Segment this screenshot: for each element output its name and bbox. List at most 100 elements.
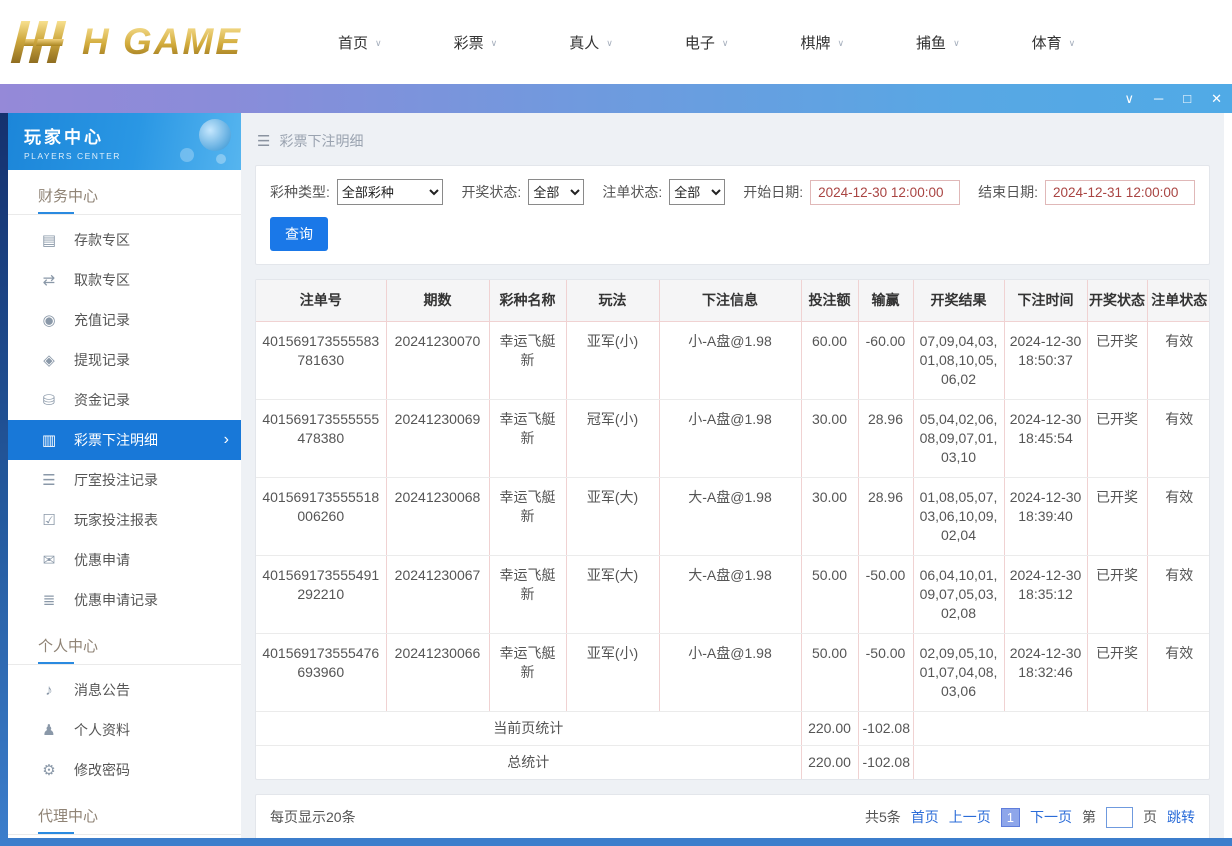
sidebar-item-label: 优惠申请 [74, 550, 130, 570]
table-row: 40156917355558378163020241230070幸运飞艇新亚军(… [256, 321, 1210, 399]
sidebar-item-withdrawal-record[interactable]: ◈ 提现记录 [8, 340, 241, 380]
window-controls: ∨ ─ □ ✕ [1125, 84, 1223, 113]
table-cell: 30.00 [801, 477, 858, 555]
summary-row-current-page: 当前页统计 220.00 -102.08 [256, 711, 1210, 745]
table-cell: 60.00 [801, 321, 858, 399]
table-cell: 幸运飞艇新 [489, 321, 566, 399]
table-cell: 2024-12-30 18:45:54 [1004, 399, 1087, 477]
summary-bet-total: 220.00 [801, 745, 858, 779]
end-date-input[interactable] [1045, 180, 1195, 205]
summary-winloss-total: -102.08 [858, 745, 913, 779]
bell-icon: ♪ [40, 682, 58, 699]
start-date-input[interactable] [810, 180, 960, 205]
sidebar-item-player-bet-report[interactable]: ☑ 玩家投注报表 [8, 500, 241, 540]
table-cell: 有效 [1147, 633, 1210, 711]
page-title: 彩票下注明细 [279, 131, 363, 151]
column-header: 投注额 [801, 280, 858, 321]
window-collapse-icon[interactable]: ∨ [1125, 92, 1135, 105]
main-content: ☰ 彩票下注明细 彩种类型: 全部彩种 开奖状态: 全部 注单状态: 全部 开始… [241, 113, 1224, 838]
sidebar-item-label: 厅室投注记录 [74, 470, 158, 490]
section-label: 财务中心 [38, 185, 98, 214]
search-button[interactable]: 查询 [270, 217, 328, 251]
draw-status-select[interactable]: 全部 [528, 179, 584, 205]
nav-item-electronic[interactable]: 电子 ∨ [685, 32, 729, 53]
withdrawal-record-icon: ◈ [40, 351, 58, 369]
sidebar-item-profile[interactable]: ♟ 个人资料 [8, 710, 241, 750]
sidebar-item-promo-apply-record[interactable]: ≣ 优惠申请记录 [8, 580, 241, 620]
chevron-down-icon: ∨ [722, 36, 729, 49]
column-header: 输赢 [858, 280, 913, 321]
current-page[interactable]: 1 [1001, 808, 1020, 827]
sidebar-item-deposit[interactable]: ▤ 存款专区 [8, 220, 241, 260]
nav-item-label: 彩票 [454, 32, 484, 53]
table-cell: 幸运飞艇新 [489, 399, 566, 477]
sidebar-item-recharge-record[interactable]: ◉ 充值记录 [8, 300, 241, 340]
sidebar-item-lottery-bet-detail[interactable]: ▥ 彩票下注明细 › [8, 420, 241, 460]
sidebar-section-agent: 代理中心 [8, 790, 241, 835]
jump-button[interactable]: 跳转 [1167, 807, 1195, 827]
nav-item-fishing[interactable]: 捕鱼 ∨ [916, 32, 960, 53]
nav-item-chess[interactable]: 棋牌 ∨ [800, 32, 844, 53]
gear-icon: ⚙ [40, 761, 58, 779]
nav-item-home[interactable]: 首页 ∨ [338, 32, 382, 53]
window-titlebar[interactable]: ∨ ─ □ ✕ [0, 84, 1232, 113]
table-cell: -50.00 [858, 633, 913, 711]
table-cell: 幸运飞艇新 [489, 477, 566, 555]
table-cell: 50.00 [801, 555, 858, 633]
table-cell: 401569173555476693960 [256, 633, 386, 711]
site-header: H GAME 首页 ∨ 彩票 ∨ 真人 ∨ 电子 ∨ 棋牌 ∨ 捕鱼 ∨ 体育 … [0, 0, 1232, 84]
sidebar-item-label: 个人资料 [74, 720, 130, 740]
section-label: 个人中心 [38, 635, 98, 664]
sidebar-item-label: 充值记录 [74, 310, 130, 330]
window-maximize-icon[interactable]: □ [1183, 92, 1191, 105]
end-date-label: 结束日期: [978, 182, 1038, 202]
table-cell: 2024-12-30 18:35:12 [1004, 555, 1087, 633]
players-center-subtitle: PLAYERS CENTER [24, 151, 241, 161]
sidebar-item-label: 彩票下注明细 [74, 430, 158, 450]
recharge-record-icon: ◉ [40, 311, 58, 329]
sidebar-item-change-password[interactable]: ⚙ 修改密码 [8, 750, 241, 790]
nav-item-lottery[interactable]: 彩票 ∨ [454, 32, 498, 53]
column-header: 彩种名称 [489, 280, 566, 321]
table-cell: 已开奖 [1087, 477, 1147, 555]
next-page-link[interactable]: 下一页 [1030, 807, 1072, 827]
table-cell: -50.00 [858, 555, 913, 633]
window-close-icon[interactable]: ✕ [1211, 92, 1222, 105]
nav-item-live[interactable]: 真人 ∨ [569, 32, 613, 53]
sidebar-item-announcements[interactable]: ♪ 消息公告 [8, 670, 241, 710]
order-status-select[interactable]: 全部 [669, 179, 725, 205]
nav-item-label: 电子 [685, 32, 715, 53]
summary-winloss-total: -102.08 [858, 711, 913, 745]
sidebar-item-withdraw[interactable]: ⇄ 取款专区 [8, 260, 241, 300]
table-cell: 大-A盘@1.98 [659, 555, 801, 633]
table-cell: 2024-12-30 18:32:46 [1004, 633, 1087, 711]
hamburger-icon[interactable]: ☰ [257, 132, 270, 150]
table-cell: 亚军(小) [566, 633, 659, 711]
report-check-icon: ☑ [40, 511, 58, 529]
column-header: 注单号 [256, 280, 386, 321]
pagination-controls: 共5条 首页 上一页 1 下一页 第 页 跳转 [865, 807, 1195, 828]
prev-page-link[interactable]: 上一页 [949, 807, 991, 827]
summary-empty-cell [913, 711, 1210, 745]
sidebar-item-label: 玩家投注报表 [74, 510, 158, 530]
sidebar-item-funds-record[interactable]: ⛁ 资金记录 [8, 380, 241, 420]
table-cell: 2024-12-30 18:39:40 [1004, 477, 1087, 555]
lottery-type-label: 彩种类型: [270, 182, 330, 202]
logo[interactable]: H GAME [10, 19, 300, 65]
nav-item-sports[interactable]: 体育 ∨ [1032, 32, 1076, 53]
sidebar-item-label: 存款专区 [74, 230, 130, 250]
first-page-link[interactable]: 首页 [911, 807, 939, 827]
lottery-type-select[interactable]: 全部彩种 [337, 179, 444, 205]
promo-record-icon: ≣ [40, 591, 58, 609]
nav-item-label: 首页 [338, 32, 368, 53]
page-jump-input[interactable] [1106, 807, 1133, 828]
logo-text: H GAME [82, 21, 242, 63]
chevron-down-icon: ∨ [606, 36, 613, 49]
sidebar-item-promo-apply[interactable]: ✉ 优惠申请 [8, 540, 241, 580]
personal-menu: ♪ 消息公告 ♟ 个人资料 ⚙ 修改密码 [8, 665, 241, 790]
sidebar-item-hall-bet-record[interactable]: ☰ 厅室投注记录 [8, 460, 241, 500]
table-summary: 当前页统计 220.00 -102.08 总统计 220.00 -102.08 [256, 711, 1210, 779]
chevron-right-icon: › [224, 431, 229, 449]
table-cell: 02,09,05,10,01,07,04,08,03,06 [913, 633, 1004, 711]
window-minimize-icon[interactable]: ─ [1154, 92, 1163, 105]
